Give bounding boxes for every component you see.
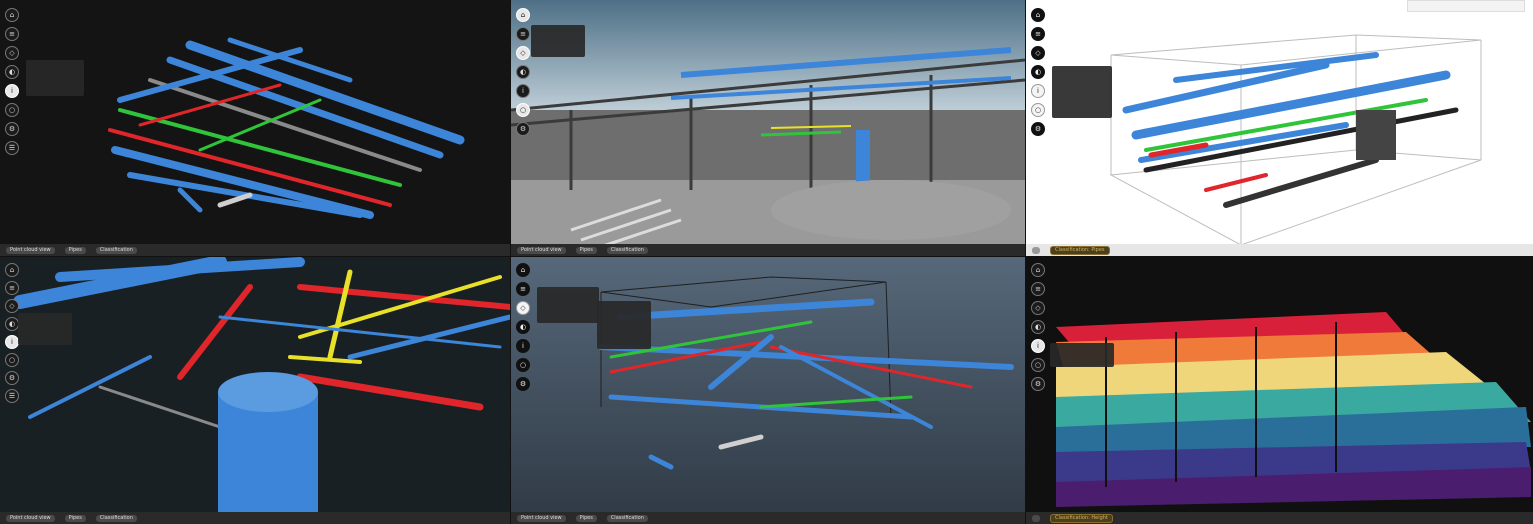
viewport-panel-1[interactable]: ⌂ ≡ ◇ ◐ i ○ ⚙ ☰ Point cloud view Pipes C… <box>0 0 510 256</box>
status-bar: Classification: Pipes <box>1026 244 1533 256</box>
section-icon[interactable]: ◐ <box>516 65 530 79</box>
menu-icon[interactable]: ☰ <box>5 141 19 155</box>
status-chip-right[interactable]: Classification <box>95 246 137 254</box>
menu-icon[interactable]: ☰ <box>5 389 19 403</box>
status-chip-left[interactable] <box>1032 514 1040 522</box>
status-chip-left[interactable]: Point cloud view <box>6 514 55 522</box>
layers-icon[interactable]: ≡ <box>516 27 530 41</box>
settings-icon[interactable]: ⚙ <box>516 122 530 136</box>
info-icon[interactable]: i <box>516 84 530 98</box>
status-chip-right[interactable]: Classification <box>606 246 648 254</box>
measure-icon[interactable]: ◇ <box>5 46 19 60</box>
settings-icon[interactable]: ⚙ <box>5 371 19 385</box>
layers-icon[interactable]: ≡ <box>5 281 19 295</box>
home-icon[interactable]: ⌂ <box>516 263 530 277</box>
settings-icon[interactable]: ⚙ <box>516 377 530 391</box>
section-icon[interactable]: ◐ <box>5 65 19 79</box>
status-bar: Point cloud view Pipes Classification <box>511 512 1025 524</box>
status-chip-right[interactable]: Classification: Height <box>1050 513 1113 523</box>
viewer-toolbar: ⌂ ≡ ◇ ◐ i ○ ⚙ ☰ <box>5 8 19 155</box>
viewer-toolbar: ⌂ ≡ ◇ ◐ i ○ ⚙ <box>1031 263 1045 391</box>
camera-icon[interactable]: ○ <box>1031 103 1045 117</box>
status-chip-left[interactable]: Point cloud view <box>517 514 566 522</box>
status-bar: Point cloud view Pipes Classification <box>511 244 1025 256</box>
pipe-closeup-scene[interactable] <box>0 257 510 524</box>
viewer-toolbar: ⌂ ≡ ◇ ◐ i ○ ⚙ <box>516 8 530 136</box>
measure-icon[interactable]: ◇ <box>1031 301 1045 315</box>
section-icon[interactable]: ◐ <box>5 317 19 331</box>
view-options-submenu[interactable] <box>597 301 651 349</box>
status-chip-right[interactable]: Classification <box>95 514 137 522</box>
camera-icon[interactable]: ○ <box>5 103 19 117</box>
info-icon[interactable]: i <box>5 84 19 98</box>
viewport-panel-6[interactable]: ⌂ ≡ ◇ ◐ i ○ ⚙ Classification: Height <box>1026 257 1533 524</box>
status-chip-mid[interactable]: Pipes <box>64 514 86 522</box>
home-icon[interactable]: ⌂ <box>1031 8 1045 22</box>
measure-icon[interactable]: ◇ <box>5 299 19 313</box>
measure-icon[interactable]: ◇ <box>516 301 530 315</box>
pipe-model-scene[interactable] <box>0 0 510 256</box>
view-options-menu[interactable] <box>18 313 72 345</box>
viewport-panel-5[interactable]: ⌂ ≡ ◇ ◐ i ○ ⚙ Point cloud view Pipes Cla… <box>511 257 1025 524</box>
status-chip-right[interactable]: Classification <box>606 514 648 522</box>
status-bar: Point cloud view Pipes Classification <box>0 512 510 524</box>
section-icon[interactable]: ◐ <box>516 320 530 334</box>
info-icon[interactable]: i <box>1031 84 1045 98</box>
pointcloud-photo-scene[interactable] <box>511 0 1025 256</box>
viewport-panel-3[interactable]: ⌂ ≡ ◇ ◐ i ○ ⚙ Classification: Pipes <box>1026 0 1533 256</box>
status-chip-left[interactable]: Point cloud view <box>6 246 55 254</box>
settings-icon[interactable]: ⚙ <box>1031 122 1045 136</box>
view-options-menu[interactable] <box>1050 343 1114 367</box>
layers-icon[interactable]: ≡ <box>1031 282 1045 296</box>
camera-icon[interactable]: ○ <box>516 358 530 372</box>
view-options-menu[interactable] <box>26 60 84 96</box>
viewer-toolbar: ⌂ ≡ ◇ ◐ i ○ ⚙ <box>1031 8 1045 136</box>
layers-icon[interactable]: ≡ <box>1031 27 1045 41</box>
height-colored-pointcloud-scene[interactable] <box>1026 257 1533 524</box>
info-icon[interactable]: i <box>1031 339 1045 353</box>
status-bar: Classification: Height <box>1026 512 1533 524</box>
home-icon[interactable]: ⌂ <box>516 8 530 22</box>
measure-icon[interactable]: ◇ <box>516 46 530 60</box>
status-chip-mid[interactable]: Pipes <box>64 246 86 254</box>
status-chip-right[interactable]: Classification: Pipes <box>1050 245 1110 255</box>
info-icon[interactable]: i <box>5 335 19 349</box>
layers-icon[interactable]: ≡ <box>516 282 530 296</box>
camera-icon[interactable]: ○ <box>1031 358 1045 372</box>
layers-icon[interactable]: ≡ <box>5 27 19 41</box>
section-icon[interactable]: ◐ <box>1031 320 1045 334</box>
view-options-menu[interactable] <box>531 25 585 57</box>
settings-icon[interactable]: ⚙ <box>1031 377 1045 391</box>
viewport-panel-2[interactable]: ⌂ ≡ ◇ ◐ i ○ ⚙ Point cloud view Pipes Cla… <box>511 0 1025 256</box>
viewport-panel-4[interactable]: ⌂ ≡ ◇ ◐ i ○ ⚙ ☰ Point cloud view Pipes C… <box>0 257 510 524</box>
viewer-toolbar: ⌂ ≡ ◇ ◐ i ○ ⚙ <box>516 263 530 391</box>
info-icon[interactable]: i <box>516 339 530 353</box>
view-options-menu[interactable] <box>537 287 599 323</box>
section-icon[interactable]: ◐ <box>1031 65 1045 79</box>
status-bar: Point cloud view Pipes Classification <box>0 244 510 256</box>
status-chip-left[interactable]: Point cloud view <box>517 246 566 254</box>
status-chip-mid[interactable]: Pipes <box>575 514 597 522</box>
settings-icon[interactable]: ⚙ <box>5 122 19 136</box>
camera-icon[interactable]: ○ <box>5 353 19 367</box>
view-options-menu[interactable] <box>1052 66 1112 118</box>
camera-icon[interactable]: ○ <box>516 103 530 117</box>
search-input[interactable] <box>1407 0 1525 12</box>
viewer-toolbar: ⌂ ≡ ◇ ◐ i ○ ⚙ ☰ <box>5 263 19 403</box>
pipe-model-boxed-scene[interactable] <box>1026 0 1533 256</box>
home-icon[interactable]: ⌂ <box>5 263 19 277</box>
viewer-grid: ⌂ ≡ ◇ ◐ i ○ ⚙ ☰ Point cloud view Pipes C… <box>0 0 1533 524</box>
home-icon[interactable]: ⌂ <box>1031 263 1045 277</box>
measure-icon[interactable]: ◇ <box>1031 46 1045 60</box>
home-icon[interactable]: ⌂ <box>5 8 19 22</box>
status-chip-left[interactable] <box>1032 246 1040 254</box>
status-chip-mid[interactable]: Pipes <box>575 246 597 254</box>
